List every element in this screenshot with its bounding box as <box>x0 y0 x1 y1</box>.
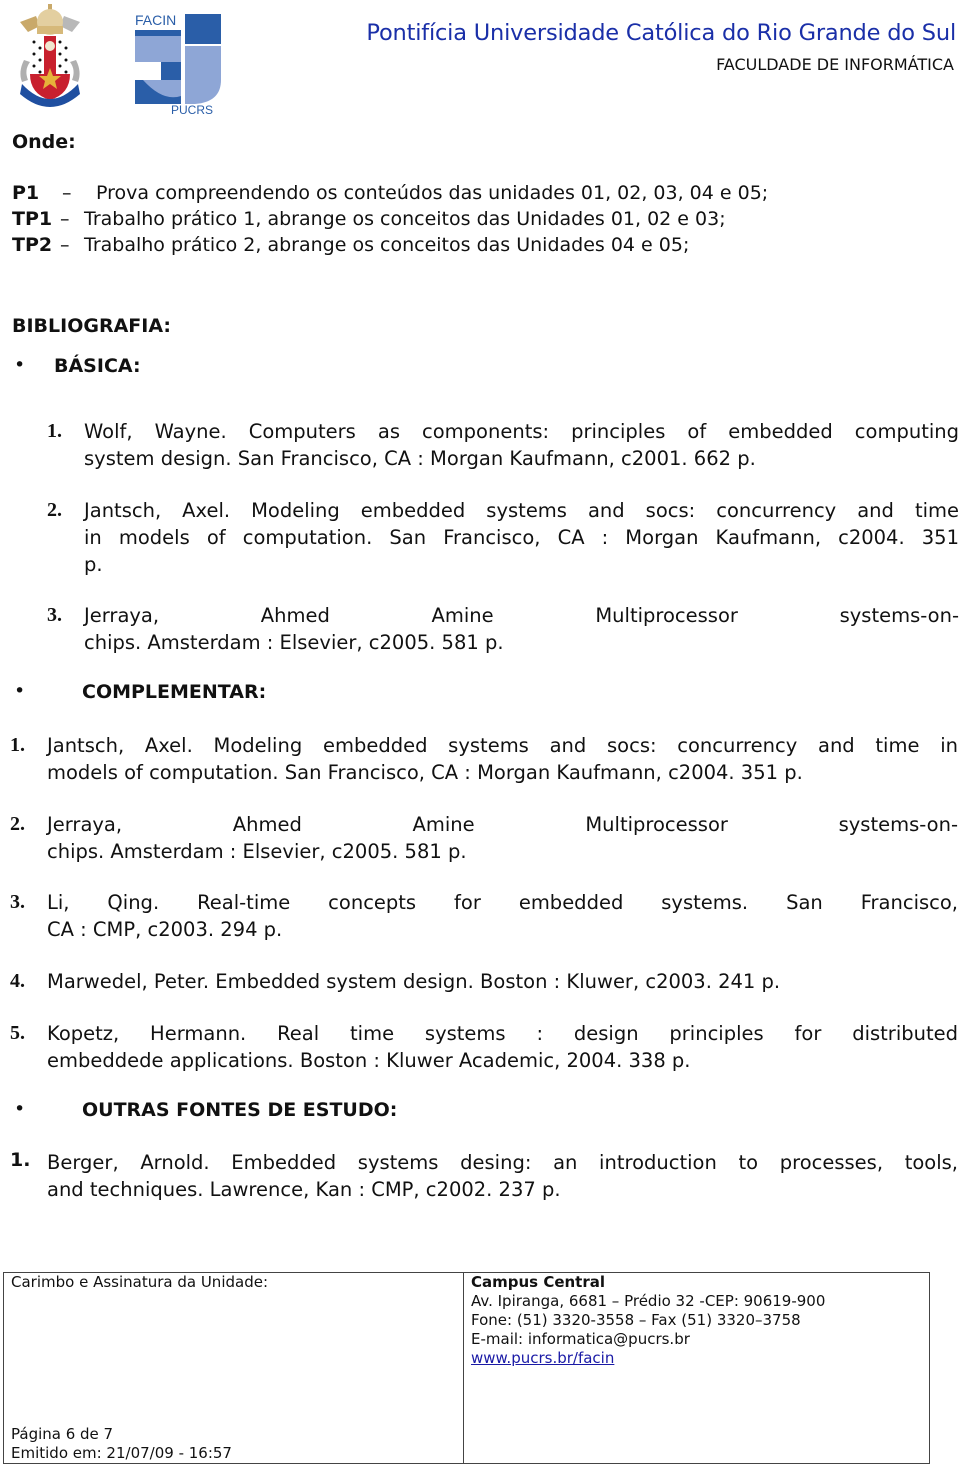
onde-code: TP1 <box>12 208 53 230</box>
entry-line: Wolf, Wayne. Computers as components: pr… <box>84 420 959 443</box>
issued-date: Emitido em: 21/07/09 - 16:57 <box>11 1444 232 1462</box>
onde-item: P1– Prova compreendendo os conteúdos das … <box>12 180 952 207</box>
bibliografia-heading: BIBLIOGRAFIA: <box>12 315 171 337</box>
website-link[interactable]: www.pucrs.br/facin <box>471 1349 614 1369</box>
onde-code: TP2 <box>12 234 53 256</box>
entry-line: system design. San Francisco, CA : Morga… <box>84 447 756 470</box>
onde-text: Trabalho prático 1, abrange os conceitos… <box>84 208 726 230</box>
campus-address: Av. Ipiranga, 6681 – Prédio 32 -CEP: 906… <box>471 1292 826 1310</box>
entry-number: 3. <box>10 891 25 913</box>
entry-line: Kopetz, Hermann. Real time systems : des… <box>47 1022 958 1045</box>
entry-line: Marwedel, Peter. Embedded system design.… <box>47 970 781 993</box>
entry-line: Jerraya, Ahmed Amine Multiprocessor syst… <box>84 604 959 627</box>
outras-fontes-heading: OUTRAS FONTES DE ESTUDO: <box>82 1099 398 1121</box>
campus-phone: Fone: (51) 3320-3558 – Fax (51) 3320–375… <box>471 1311 801 1329</box>
onde-dash: – <box>62 182 72 204</box>
entry-line: embeddede applications. Boston : Kluwer … <box>47 1049 691 1072</box>
onde-text: Prova compreendendo os conteúdos das uni… <box>96 182 769 204</box>
university-name: Pontifícia Universidade Católica do Rio … <box>366 20 956 46</box>
entry-line: Li, Qing. Real-time concepts for embedde… <box>47 891 958 914</box>
basica-heading: BÁSICA: <box>54 355 141 377</box>
entry-line: and techniques. Lawrence, Kan : CMP, c20… <box>47 1178 561 1201</box>
entry-line: Jantsch, Axel. Modeling embedded systems… <box>47 734 958 757</box>
onde-item: TP1– Trabalho prático 1, abrange os conce… <box>12 206 952 233</box>
page-number: Página 6 de 7 <box>11 1425 114 1443</box>
onde-heading: Onde: <box>12 131 76 153</box>
entry-line: in models of computation. San Francisco,… <box>84 526 959 549</box>
onde-code: P1 <box>12 182 40 204</box>
entry-line: chips. Amsterdam : Elsevier, c2005. 581 … <box>47 840 467 863</box>
footer-divider <box>463 1272 464 1464</box>
entry-number: 2. <box>10 813 25 835</box>
entry-number: 1. <box>47 420 62 442</box>
entry-line: Jerraya, Ahmed Amine Multiprocessor syst… <box>47 813 958 836</box>
entry-line: Berger, Arnold. Embedded systems desing:… <box>47 1151 958 1174</box>
entry-number: 5. <box>10 1022 25 1044</box>
entry-line: Jantsch, Axel. Modeling embedded systems… <box>84 499 959 522</box>
logo-pucrs-text: PUCRS <box>171 103 213 116</box>
campus-email: E-mail: informatica@pucrs.br <box>471 1330 690 1348</box>
bullet-icon: • <box>14 354 26 376</box>
bullet-icon: • <box>14 1098 26 1120</box>
onde-item: TP2– Trabalho prático 2, abrange os conce… <box>12 232 952 259</box>
entry-number: 1. <box>10 734 25 756</box>
entry-line: p. <box>84 553 103 576</box>
entry-number: 1. <box>10 1149 31 1171</box>
entry-number: 2. <box>47 499 62 521</box>
entry-line: CA : CMP, c2003. 294 p. <box>47 918 283 941</box>
entry-number: 4. <box>10 970 25 992</box>
faculty-name: FACULDADE DE INFORMÁTICA <box>716 55 954 74</box>
bullet-icon: • <box>14 680 26 702</box>
entry-line: chips. Amsterdam : Elsevier, c2005. 581 … <box>84 631 504 654</box>
campus-title: Campus Central <box>471 1273 606 1291</box>
stamp-label: Carimbo e Assinatura da Unidade: <box>11 1273 268 1291</box>
complementar-heading: COMPLEMENTAR: <box>82 681 267 703</box>
onde-text: Trabalho prático 2, abrange os conceitos… <box>84 234 690 256</box>
entry-line: models of computation. San Francisco, CA… <box>47 761 803 784</box>
entry-number: 3. <box>47 604 62 626</box>
onde-dash: – <box>60 234 70 256</box>
onde-dash: – <box>60 208 70 230</box>
